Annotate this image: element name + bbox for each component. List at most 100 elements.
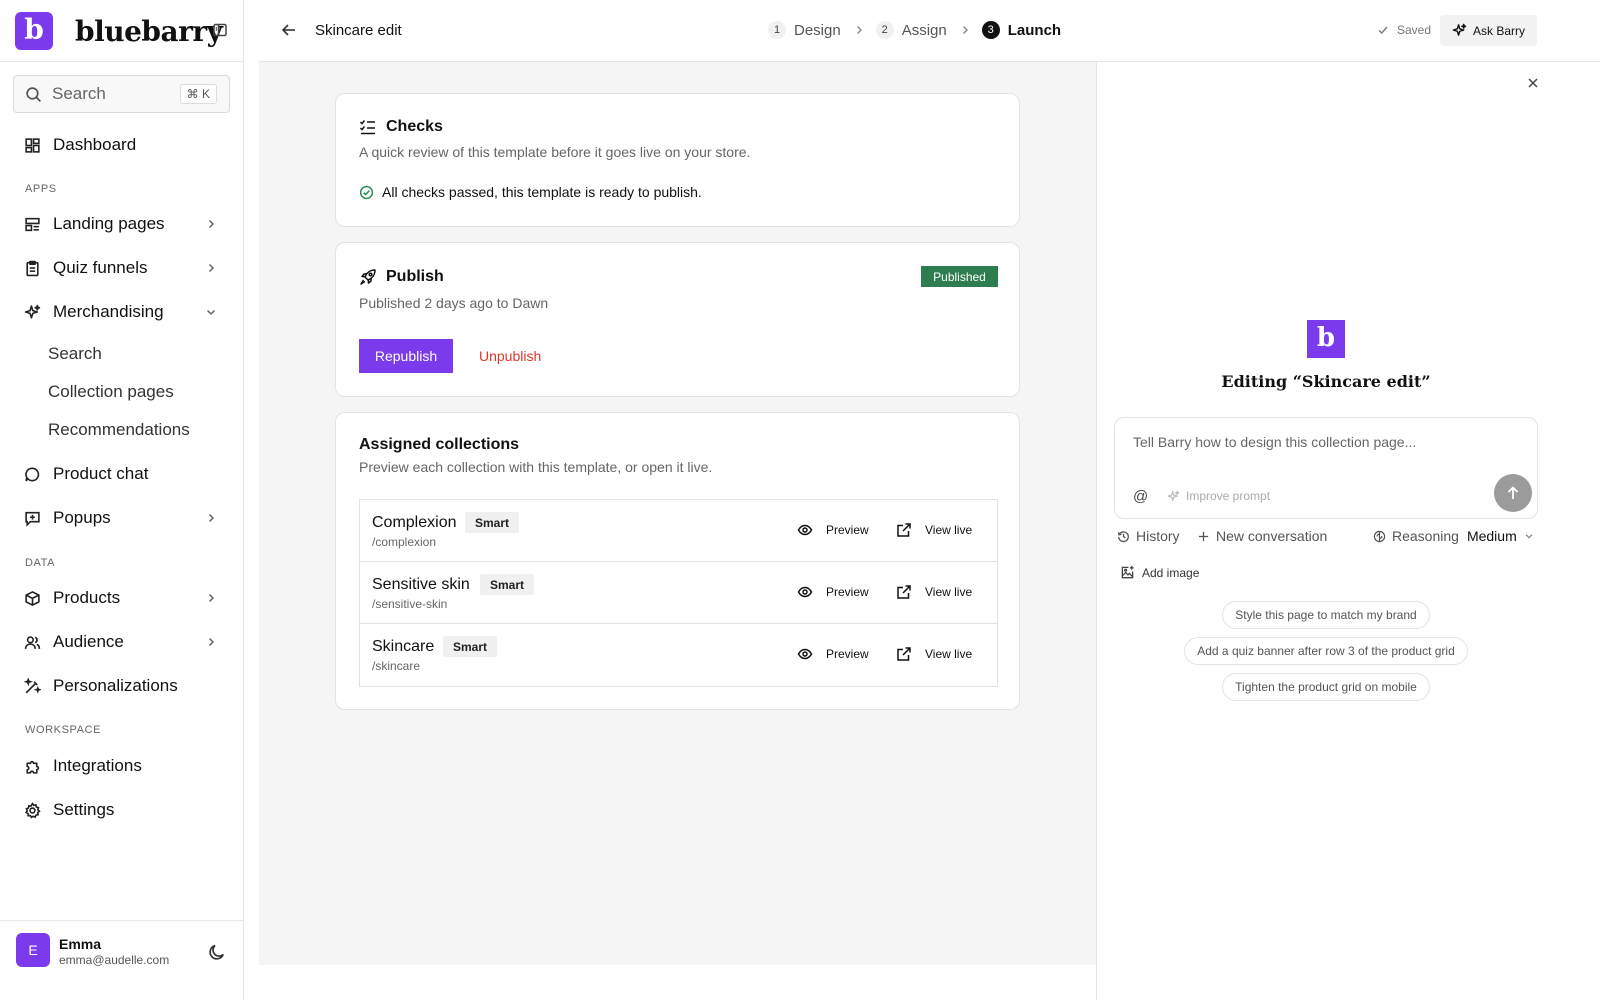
checklist-icon [359, 118, 377, 136]
sidebar-item-personalizations[interactable]: Personalizations [13, 668, 230, 704]
collection-handle: /complexion [372, 535, 437, 549]
chevron-right-icon [205, 262, 217, 274]
step-number: 1 [768, 21, 786, 39]
unpublish-button[interactable]: Unpublish [479, 348, 541, 364]
prompt-input[interactable] [1133, 434, 1513, 450]
users-icon [24, 634, 41, 651]
sidebar-item-label: Personalizations [53, 676, 178, 695]
sidebar-item-label: Product chat [53, 464, 149, 483]
sidebar-search[interactable]: Search ⌘ K [13, 75, 230, 113]
send-button[interactable] [1494, 474, 1532, 512]
sidebar-item-merchandising[interactable]: Merchandising [13, 294, 230, 330]
add-image-label: Add image [1142, 565, 1200, 580]
brand-name: bluebarry [75, 14, 223, 48]
new-conversation-label: New conversation [1216, 528, 1328, 544]
user-profile[interactable]: E Emma emma@audelle.com [0, 920, 243, 1000]
search-icon [25, 86, 42, 103]
collection-type-badge: Smart [480, 574, 535, 595]
sidebar-item-integrations[interactable]: Integrations [13, 748, 230, 784]
collection-handle: /skincare [372, 659, 421, 673]
brand[interactable]: b bluebarry [15, 12, 223, 50]
checks-description: A quick review of this template before i… [359, 144, 751, 160]
sidebar-subitem-recommendations[interactable]: Recommendations [38, 413, 230, 447]
sidebar-item-products[interactable]: Products [13, 580, 230, 616]
assigned-title: Assigned collections [359, 436, 520, 453]
assigned-collections-card: Assigned collections Preview each collec… [335, 412, 1020, 710]
page-title: Skincare edit [315, 22, 402, 39]
sidebar-item-dashboard[interactable]: Dashboard [13, 127, 230, 163]
sidebar-item-label: Integrations [53, 756, 142, 775]
sidebar-item-popups[interactable]: Popups [13, 500, 230, 536]
close-icon[interactable] [1526, 76, 1540, 90]
plus-icon [1197, 530, 1210, 543]
sidebar-divider [0, 61, 243, 62]
section-label-data: DATA [25, 557, 56, 569]
check-circle-icon [359, 185, 374, 200]
sidebar-item-settings[interactable]: Settings [13, 792, 230, 828]
avatar[interactable]: E [16, 933, 50, 967]
assistant-logo: b [1307, 320, 1345, 358]
ask-barry-label: Ask Barry [1473, 23, 1526, 38]
step-label: Assign [901, 21, 947, 39]
suggestion-chip[interactable]: Add a quiz banner after row 3 of the pro… [1184, 637, 1468, 665]
view-live-button[interactable]: View live [896, 522, 972, 538]
history-label: History [1136, 528, 1180, 544]
ask-barry-button[interactable]: Ask Barry [1440, 15, 1537, 46]
sidebar-item-product-chat[interactable]: Product chat [13, 456, 230, 492]
back-arrow-icon[interactable] [280, 21, 298, 39]
collection-name: Complexion [372, 514, 457, 531]
sidebar-item-label: Popups [53, 508, 111, 527]
republish-button[interactable]: Republish [359, 339, 453, 373]
publish-header: Publish [359, 268, 444, 286]
check-icon [1377, 24, 1389, 36]
add-image-button[interactable]: Add image [1120, 565, 1199, 580]
step-design[interactable]: 1 Design [768, 21, 841, 39]
user-name: Emma [59, 936, 102, 952]
step-assign[interactable]: 2 Assign [875, 21, 947, 39]
sidebar-collapse-icon[interactable] [212, 22, 228, 38]
checks-status-text: All checks passed, this template is read… [382, 184, 702, 200]
brain-icon [1373, 530, 1386, 543]
sidebar-subitem-search[interactable]: Search [38, 337, 230, 371]
sidebar-item-audience[interactable]: Audience [13, 624, 230, 660]
box-icon [24, 590, 41, 607]
sidebar-item-label: Dashboard [53, 135, 137, 154]
eye-icon [797, 584, 813, 600]
sidebar-item-quiz-funnels[interactable]: Quiz funnels [13, 250, 230, 286]
improve-prompt-button[interactable]: Improve prompt [1167, 489, 1270, 503]
mention-button[interactable]: @ [1133, 488, 1148, 505]
publish-description: Published 2 days ago to Dawn [359, 295, 549, 311]
chevron-right-icon [205, 636, 217, 648]
improve-prompt-label: Improve prompt [1186, 489, 1271, 503]
history-button[interactable]: History [1117, 528, 1180, 544]
popup-icon [24, 510, 41, 527]
sidebar-item-landing-pages[interactable]: Landing pages [13, 206, 230, 242]
sidebar-subitem-collection-pages[interactable]: Collection pages [38, 375, 230, 409]
collection-name: Sensitive skin [372, 576, 470, 593]
table-row: Sensitive skin Smart /sensitive-skin Pre… [360, 562, 997, 624]
section-label-workspace: WORKSPACE [25, 724, 102, 736]
reasoning-select[interactable]: Reasoning Medium [1373, 528, 1540, 544]
preview-button[interactable]: Preview [797, 584, 869, 600]
chevron-down-icon [1524, 531, 1534, 541]
view-live-button[interactable]: View live [896, 584, 972, 600]
brand-logo[interactable]: b [15, 12, 53, 50]
suggestion-chip[interactable]: Style this page to match my brand [1222, 601, 1430, 629]
save-status: Saved [1377, 23, 1431, 37]
sparkles-icon [1452, 23, 1467, 38]
table-row: Complexion Smart /complexion Preview Vie… [360, 500, 997, 562]
sparkles-icon [1167, 490, 1180, 503]
search-label: Search [52, 84, 106, 103]
checks-status: All checks passed, this template is read… [359, 184, 702, 200]
preview-button[interactable]: Preview [797, 522, 869, 538]
sidebar-item-label: Products [53, 588, 121, 607]
moon-icon[interactable] [208, 943, 226, 961]
save-status-label: Saved [1397, 23, 1432, 37]
new-conversation-button[interactable]: New conversation [1197, 528, 1327, 544]
step-launch[interactable]: 3 Launch [981, 21, 1061, 39]
checks-title: Checks [386, 118, 443, 135]
gear-icon [24, 801, 41, 819]
view-live-button[interactable]: View live [896, 646, 972, 662]
suggestion-chip[interactable]: Tighten the product grid on mobile [1222, 673, 1430, 701]
preview-button[interactable]: Preview [797, 646, 869, 662]
